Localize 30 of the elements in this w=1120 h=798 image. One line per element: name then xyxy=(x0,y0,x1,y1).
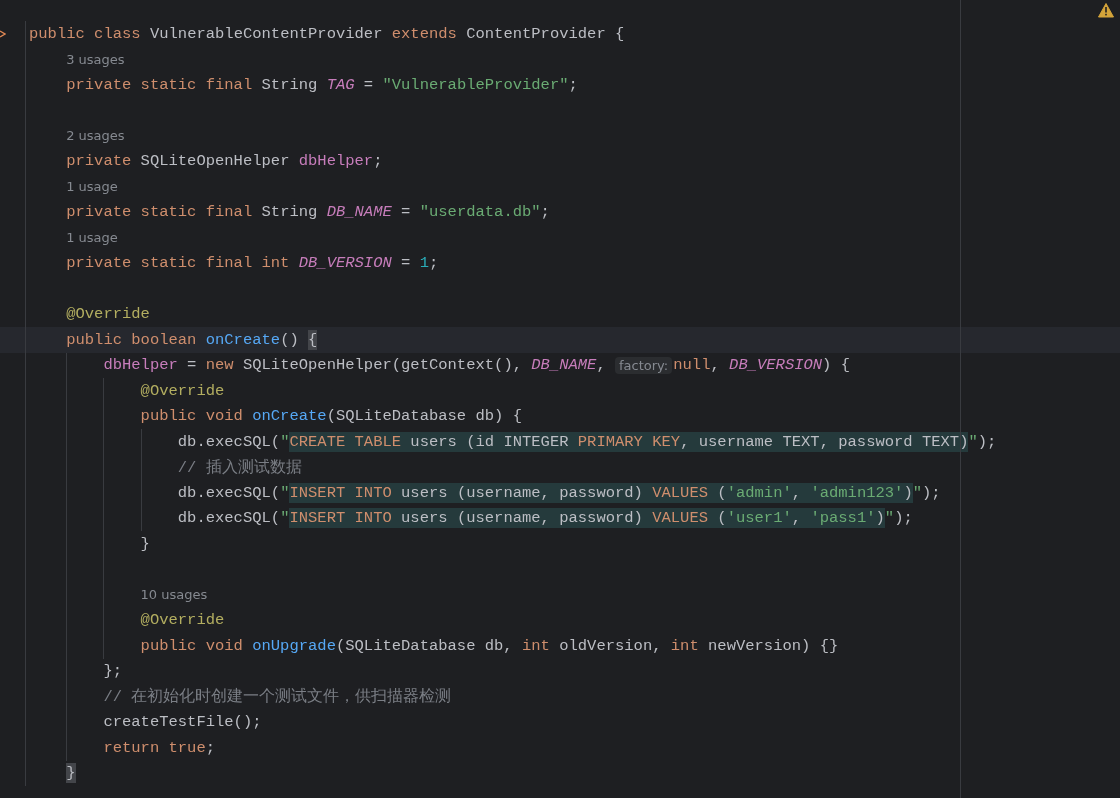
code-line: db.execSQL("INSERT INTO users (username, password) VALUES ('user1', 'pass1')"); xyxy=(177,509,913,528)
code-text: dbHelper = new SQLiteOpenHelper(getContext(), DB_NAME, xyxy=(103,356,607,375)
code-text: null, DB_VERSION) { xyxy=(673,356,850,375)
code-line: // 插入测试数据 xyxy=(177,457,302,478)
code-line: public void onCreate(SQLiteDatabase db) { xyxy=(140,407,522,426)
code-line: // 在初始化时创建一个测试文件，供扫描器检测 xyxy=(103,686,452,708)
usage-hint[interactable]: 10 usages xyxy=(140,587,208,603)
code-line: public boolean onCreate() { xyxy=(66,330,318,349)
code-line: db.execSQL("CREATE TABLE users (id INTEGER PRIMARY KEY, username TEXT, password TEXT)"); xyxy=(177,432,997,451)
code-line: public class VulnerableContentProvider extends ContentProvider { xyxy=(29,24,625,43)
code-line: public void onUpgrade(SQLiteDatabase db, int oldVersion, int newVersion) {} xyxy=(140,636,839,655)
code-line: } xyxy=(140,534,150,553)
code-line: @Override xyxy=(66,305,150,324)
parameter-hint: factory: xyxy=(615,356,673,374)
code-line: private static final String DB_NAME = "userdata.db"; xyxy=(66,203,550,222)
implements-icon[interactable] xyxy=(0,29,6,38)
code-line: private SQLiteOpenHelper dbHelper; xyxy=(66,152,383,171)
usage-hint[interactable]: 3 usages xyxy=(66,51,125,67)
code-line: private static final int DB_VERSION = 1; xyxy=(66,254,439,273)
code-line: }; xyxy=(103,662,122,681)
code-line: db.execSQL("INSERT INTO users (username, password) VALUES ('admin', 'admin123')"); xyxy=(177,483,941,502)
usage-hint[interactable]: 1 usage xyxy=(66,230,118,246)
code-line: return true; xyxy=(103,738,216,757)
code-line: createTestFile(); xyxy=(103,713,262,732)
warning-icon[interactable] xyxy=(1098,3,1114,18)
usage-hint[interactable]: 2 usages xyxy=(66,128,125,144)
code-line: @Override xyxy=(140,611,225,630)
usage-hint[interactable]: 1 usage xyxy=(66,179,118,195)
code-line: private static final String TAG = "VulnerableProvider"; xyxy=(66,75,578,94)
code-line: @Override xyxy=(140,381,225,400)
